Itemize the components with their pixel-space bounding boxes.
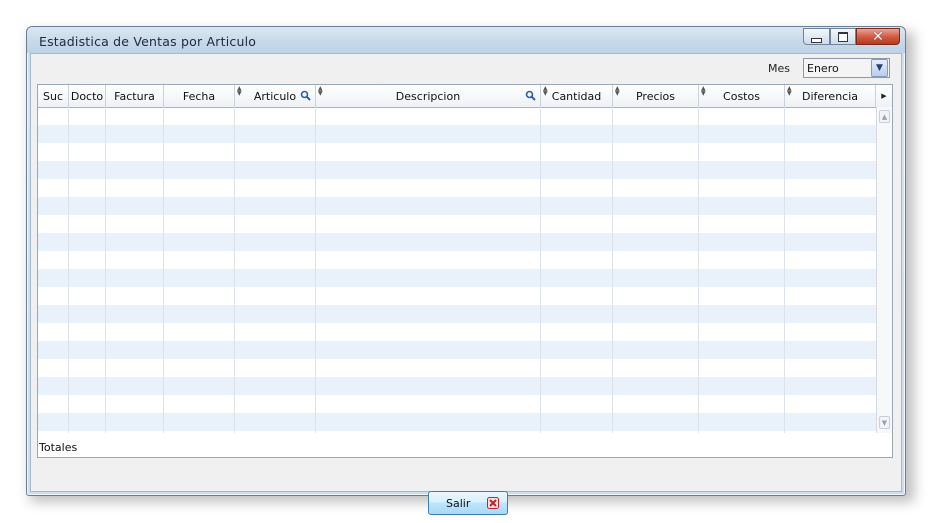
chevron-down-icon[interactable]: ▼	[871, 59, 888, 77]
mes-label: Mes	[768, 62, 790, 75]
column-divider	[612, 107, 613, 433]
sort-arrows-icon[interactable]: ▲ ▼	[787, 86, 792, 97]
salir-button[interactable]: Salir	[428, 491, 508, 515]
mes-select-value: Enero	[807, 61, 839, 75]
sort-arrows-icon[interactable]: ▲ ▼	[237, 86, 242, 97]
maximize-button[interactable]	[830, 28, 856, 45]
search-icon[interactable]	[525, 90, 536, 101]
column-divider	[784, 107, 785, 433]
column-header-label: Fecha	[182, 89, 216, 103]
vertical-scrollbar[interactable]: ▲ ▼	[876, 107, 892, 433]
column-divider	[315, 107, 316, 433]
client-area: Mes Enero ▼ Suc Docto Factura Fecha ▲ ▼ …	[30, 53, 902, 515]
sort-arrows-icon[interactable]: ▲ ▼	[701, 86, 706, 97]
column-header-articulo[interactable]: ▲ ▼ Articulo	[235, 85, 316, 107]
column-divider	[68, 107, 69, 433]
column-header-label: Articulo	[253, 89, 297, 103]
column-header-docto[interactable]: Docto	[69, 85, 106, 107]
column-header-diferencia[interactable]: ▲ ▼ Diferencia	[785, 85, 876, 107]
window-title: Estadistica de Ventas por Articulo	[39, 34, 257, 49]
minimize-icon	[811, 37, 822, 43]
sales-table: Suc Docto Factura Fecha ▲ ▼ Articulo ▲ ▼…	[37, 84, 893, 458]
column-divider	[698, 107, 699, 433]
sort-arrows-icon[interactable]: ▲ ▼	[615, 86, 620, 97]
column-header-suc[interactable]: Suc	[38, 85, 69, 107]
search-icon[interactable]	[300, 90, 311, 101]
column-header-label: Precios	[635, 89, 676, 103]
column-header-label: Descripcion	[395, 89, 461, 103]
scroll-up-icon[interactable]: ▲	[879, 110, 890, 123]
salir-button-label: Salir	[446, 497, 471, 510]
table-header: Suc Docto Factura Fecha ▲ ▼ Articulo ▲ ▼…	[38, 85, 892, 108]
column-divider	[234, 107, 235, 433]
column-header-descripcion[interactable]: ▲ ▼ Descripcion	[316, 85, 541, 107]
column-divider	[163, 107, 164, 433]
column-header-label: Suc	[42, 89, 63, 103]
column-header-label: Factura	[114, 89, 155, 103]
column-header-precios[interactable]: ▲ ▼ Precios	[613, 85, 699, 107]
sort-arrows-icon[interactable]: ▲ ▼	[318, 86, 323, 97]
column-header-factura[interactable]: Factura	[106, 85, 164, 107]
column-header-label: Diferencia	[801, 89, 859, 103]
close-icon: ✕	[872, 28, 884, 45]
column-header-label: Docto	[70, 89, 104, 103]
title-bar[interactable]: Estadistica de Ventas por Articulo ✕	[27, 27, 905, 53]
close-button[interactable]: ✕	[856, 28, 900, 45]
column-header-fecha[interactable]: Fecha	[164, 85, 235, 107]
scroll-columns-right-icon[interactable]: ▶	[876, 85, 892, 107]
column-divider	[105, 107, 106, 433]
column-header-label: Costos	[723, 89, 760, 103]
minimize-button[interactable]	[803, 28, 830, 45]
column-divider	[540, 107, 541, 433]
scroll-down-icon[interactable]: ▼	[879, 416, 890, 429]
column-header-cantidad[interactable]: ▲ ▼ Cantidad	[541, 85, 613, 107]
close-x-icon	[487, 497, 499, 509]
app-window: Estadistica de Ventas por Articulo ✕ Mes…	[26, 26, 906, 515]
sort-arrows-icon[interactable]: ▲ ▼	[543, 86, 548, 97]
mes-select[interactable]: Enero ▼	[803, 58, 890, 78]
column-header-label: Cantidad	[551, 89, 602, 103]
totales-label: Totales	[39, 441, 78, 454]
column-header-costos[interactable]: ▲ ▼ Costos	[699, 85, 785, 107]
maximize-icon	[838, 31, 848, 42]
